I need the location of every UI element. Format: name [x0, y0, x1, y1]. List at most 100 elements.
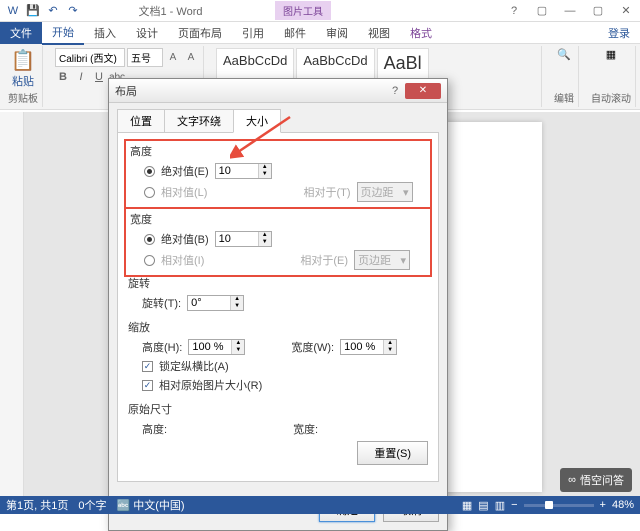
ribbon-options-icon[interactable]: ▢: [528, 1, 556, 21]
watermark: ∞ 悟空问答: [560, 468, 632, 492]
dialog-close-icon[interactable]: ✕: [405, 83, 441, 99]
page-count[interactable]: 第1页, 共1页: [6, 497, 68, 513]
scale-label: 缩放: [128, 319, 428, 335]
scale-width-label: 宽度(W):: [291, 339, 334, 355]
width-absolute-label: 绝对值(B): [161, 231, 209, 247]
lock-aspect-label: 锁定纵横比(A): [159, 358, 229, 374]
document-title: 文档1 - Word: [86, 3, 255, 19]
underline-icon[interactable]: U: [91, 69, 107, 85]
scale-height-label: 高度(H):: [142, 339, 182, 355]
height-relative-label: 相对值(L): [161, 184, 207, 200]
rotation-input[interactable]: ▲▼: [187, 295, 244, 311]
font-size-select[interactable]: 五号: [127, 48, 163, 67]
relative-original-label: 相对原始图片大小(R): [159, 377, 262, 393]
quick-access-toolbar: W 💾 ↶ ↷: [0, 2, 86, 20]
paste-label: 粘贴: [12, 73, 34, 89]
group-label-clipboard: 剪贴板: [8, 90, 38, 105]
dialog-help-icon[interactable]: ?: [385, 85, 405, 97]
zoom-out-icon[interactable]: −: [511, 499, 517, 511]
style-nospacing[interactable]: AaBbCcDd: [296, 48, 374, 79]
rotate-label: 旋转: [128, 275, 428, 291]
width-section: 宽度 绝对值(B) ▲▼ 相对值(I) 相对于(E) 页边距▾: [124, 207, 432, 277]
view-print-icon[interactable]: ▦: [462, 499, 472, 512]
view-read-icon[interactable]: ▤: [478, 499, 488, 512]
tab-layout[interactable]: 页面布局: [168, 22, 232, 44]
tab-review[interactable]: 审阅: [316, 22, 358, 44]
height-section: 高度 绝对值(E) ▲▼ 相对值(L) 相对于(T) 页边距▾: [124, 139, 432, 209]
word-icon[interactable]: W: [4, 2, 22, 20]
orig-width-label: 宽度:: [293, 421, 318, 437]
scale-section: 缩放 高度(H): ▲▼ 宽度(W): ▲▼ ✓ 锁定纵横比(A) ✓ 相对原始…: [128, 319, 428, 393]
dialog-title: 布局: [115, 83, 385, 99]
word-count[interactable]: 0个字: [78, 497, 106, 513]
width-relativeto-combo: 页边距▾: [354, 250, 410, 270]
zoom-in-icon[interactable]: +: [600, 499, 606, 511]
italic-icon[interactable]: I: [73, 69, 89, 85]
original-size-label: 原始尺寸: [128, 401, 428, 417]
group-label-edit: 编辑: [554, 90, 574, 105]
height-relative-radio[interactable]: [144, 187, 155, 198]
scale-width-input[interactable]: ▲▼: [340, 339, 397, 355]
ribbon-group-autoscroll: ▦ 自动滚动: [587, 46, 636, 107]
help-icon[interactable]: ?: [500, 1, 528, 21]
height-absolute-radio[interactable]: [144, 166, 155, 177]
dialog-tab-wrap[interactable]: 文字环绕: [164, 109, 234, 133]
orig-height-label: 高度:: [142, 421, 167, 437]
dialog-tab-size[interactable]: 大小: [233, 109, 281, 133]
width-absolute-radio[interactable]: [144, 234, 155, 245]
dialog-tabs: 位置 文字环绕 大小: [109, 103, 447, 133]
width-relative-label: 相对值(I): [161, 252, 204, 268]
width-label: 宽度: [130, 211, 426, 227]
scale-height-input[interactable]: ▲▼: [188, 339, 245, 355]
tab-home[interactable]: 开始: [42, 21, 84, 45]
style-heading[interactable]: AaBl: [377, 48, 429, 79]
reset-button[interactable]: 重置(S): [357, 441, 428, 465]
view-web-icon[interactable]: ▥: [495, 499, 505, 512]
lock-aspect-checkbox[interactable]: ✓: [142, 361, 153, 372]
window-controls: ? ▢ — ▢ ✕: [500, 1, 640, 21]
height-absolute-label: 绝对值(E): [161, 163, 209, 179]
tab-file[interactable]: 文件: [0, 22, 42, 44]
ribbon-group-clipboard: 📋 粘贴 剪贴板: [4, 46, 43, 107]
maximize-icon[interactable]: ▢: [584, 1, 612, 21]
relative-original-checkbox[interactable]: ✓: [142, 380, 153, 391]
group-label-autoscroll: 自动滚动: [591, 90, 631, 105]
clipboard-icon: 📋: [11, 48, 36, 73]
tab-mailings[interactable]: 邮件: [274, 22, 316, 44]
language-status[interactable]: 🔤 中文(中国): [116, 497, 184, 513]
undo-icon[interactable]: ↶: [44, 2, 62, 20]
autoscroll-button[interactable]: ▦: [591, 48, 631, 61]
contextual-tab-label: 图片工具: [275, 1, 331, 20]
redo-icon[interactable]: ↷: [64, 2, 82, 20]
height-label: 高度: [130, 143, 426, 159]
grow-font-icon[interactable]: A: [165, 50, 181, 66]
zoom-slider[interactable]: [524, 504, 594, 507]
font-name-select[interactable]: Calibri (西文): [55, 48, 125, 67]
tab-design[interactable]: 设计: [126, 22, 168, 44]
status-bar: 第1页, 共1页 0个字 🔤 中文(中国) ▦ ▤ ▥ − + 48%: [0, 496, 640, 514]
height-absolute-input[interactable]: ▲▼: [215, 163, 272, 179]
width-relativeto-label: 相对于(E): [300, 252, 348, 268]
zoom-level[interactable]: 48%: [612, 499, 634, 511]
tab-references[interactable]: 引用: [232, 22, 274, 44]
edit-button[interactable]: 🔍: [554, 48, 574, 61]
vertical-ruler: [0, 112, 24, 496]
tab-format[interactable]: 格式: [400, 22, 442, 44]
height-relativeto-combo: 页边距▾: [357, 182, 413, 202]
tab-insert[interactable]: 插入: [84, 22, 126, 44]
watermark-text: 悟空问答: [580, 472, 624, 488]
tab-view[interactable]: 视图: [358, 22, 400, 44]
minimize-icon[interactable]: —: [556, 1, 584, 21]
bold-icon[interactable]: B: [55, 69, 71, 85]
shrink-font-icon[interactable]: A: [183, 50, 199, 66]
login-link[interactable]: 登录: [598, 22, 640, 44]
paste-button[interactable]: 📋 粘贴: [8, 48, 38, 89]
save-icon[interactable]: 💾: [24, 2, 42, 20]
rotate-section: 旋转 旋转(T): ▲▼: [128, 275, 428, 311]
title-bar: W 💾 ↶ ↷ 文档1 - Word 图片工具 ? ▢ — ▢ ✕: [0, 0, 640, 22]
dialog-tab-position[interactable]: 位置: [117, 109, 165, 133]
width-relative-radio[interactable]: [144, 255, 155, 266]
width-absolute-input[interactable]: ▲▼: [215, 231, 272, 247]
style-normal[interactable]: AaBbCcDd: [216, 48, 294, 79]
close-icon[interactable]: ✕: [612, 1, 640, 21]
